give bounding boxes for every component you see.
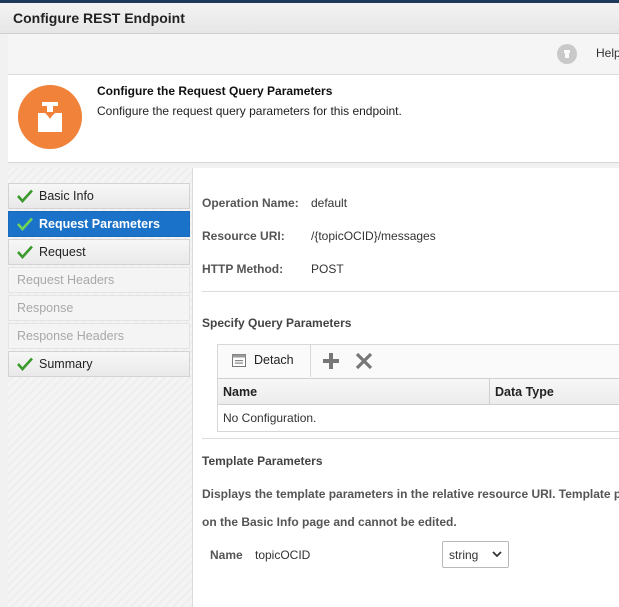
nav-item-label: Request bbox=[39, 245, 86, 259]
divider bbox=[202, 438, 619, 439]
nav-item-label: Response bbox=[17, 301, 74, 315]
nav-item-request[interactable]: Request bbox=[8, 239, 190, 265]
content-panel: Operation Name: default Resource URI: /{to… bbox=[192, 168, 619, 607]
add-icon[interactable] bbox=[322, 352, 340, 370]
select-value: string bbox=[449, 548, 479, 562]
nav-item-summary[interactable]: Summary bbox=[8, 351, 190, 377]
table-toolbar: Detach bbox=[218, 345, 619, 377]
resource-uri-row: Resource URI: /{topicOCID}/messages bbox=[202, 229, 436, 243]
http-method-value: POST bbox=[311, 262, 344, 276]
dialog-title: Configure REST Endpoint bbox=[13, 10, 185, 26]
help-icon[interactable] bbox=[557, 44, 577, 64]
table-row: No Configuration. bbox=[218, 405, 619, 431]
query-parameters-title: Specify Query Parameters bbox=[202, 316, 352, 330]
table-header: Name Data Type bbox=[218, 378, 619, 405]
detach-button[interactable]: Detach bbox=[232, 353, 294, 367]
detach-icon bbox=[232, 353, 246, 367]
wizard-navigation-panel: Basic Info Request Parameters Request Re… bbox=[8, 168, 192, 607]
operation-name-row: Operation Name: default bbox=[202, 196, 347, 210]
nav-item-response: Response bbox=[8, 295, 190, 321]
http-method-row: HTTP Method: POST bbox=[202, 262, 344, 276]
wizard-step-list: Basic Info Request Parameters Request Re… bbox=[8, 183, 190, 379]
template-param-name-label: Name bbox=[210, 548, 243, 562]
checkmark-icon bbox=[17, 189, 33, 203]
nav-item-label: Basic Info bbox=[39, 189, 94, 203]
column-header-name[interactable]: Name bbox=[223, 385, 257, 399]
operation-name-value: default bbox=[311, 196, 348, 210]
help-toolbar: Help bbox=[8, 34, 619, 75]
nav-item-label: Request Parameters bbox=[39, 217, 160, 231]
nav-item-label: Response Headers bbox=[17, 329, 125, 343]
nav-item-request-parameters[interactable]: Request Parameters bbox=[8, 211, 190, 237]
nav-item-request-headers: Request Headers bbox=[8, 267, 190, 293]
template-parameters-description-line1: Displays the template parameters in the … bbox=[202, 487, 619, 501]
nav-item-basic-info[interactable]: Basic Info bbox=[8, 183, 190, 209]
checkmark-icon bbox=[17, 217, 33, 231]
divider bbox=[202, 291, 619, 292]
http-method-label: HTTP Method: bbox=[202, 262, 284, 276]
page-title: Configure the Request Query Parameters bbox=[97, 84, 333, 98]
nav-item-label: Request Headers bbox=[17, 273, 115, 287]
detach-label: Detach bbox=[254, 353, 294, 367]
help-link[interactable]: Help bbox=[596, 46, 619, 60]
delete-icon[interactable] bbox=[355, 352, 373, 370]
chevron-down-icon bbox=[492, 551, 502, 558]
dialog-title-bar: Configure REST Endpoint bbox=[0, 3, 619, 34]
column-header-data-type[interactable]: Data Type bbox=[495, 385, 554, 399]
nav-item-label: Summary bbox=[39, 357, 93, 371]
request-parameters-icon bbox=[18, 85, 82, 149]
template-parameters-title: Template Parameters bbox=[202, 454, 323, 468]
checkmark-icon bbox=[17, 245, 33, 259]
template-parameters-description-line2: on the Basic Info page and cannot be edi… bbox=[202, 515, 457, 529]
resource-uri-label: Resource URI: bbox=[202, 229, 285, 243]
checkmark-icon bbox=[17, 357, 33, 371]
template-param-type-select[interactable]: string bbox=[442, 541, 509, 568]
page-subtitle: Configure the request query parameters f… bbox=[97, 104, 402, 118]
query-parameters-table-panel: Detach Name Data Type No Configuration. bbox=[217, 344, 619, 432]
nav-item-response-headers: Response Headers bbox=[8, 323, 190, 349]
resource-uri-value: /{topicOCID}/messages bbox=[311, 229, 436, 243]
page-header: Configure the Request Query Parameters C… bbox=[8, 75, 619, 163]
operation-name-label: Operation Name: bbox=[202, 196, 299, 210]
empty-table-message: No Configuration. bbox=[223, 411, 317, 425]
template-param-name-value: topicOCID bbox=[255, 548, 311, 562]
toolbar-separator bbox=[310, 345, 311, 377]
query-parameters-table: Name Data Type No Configuration. bbox=[218, 378, 619, 431]
